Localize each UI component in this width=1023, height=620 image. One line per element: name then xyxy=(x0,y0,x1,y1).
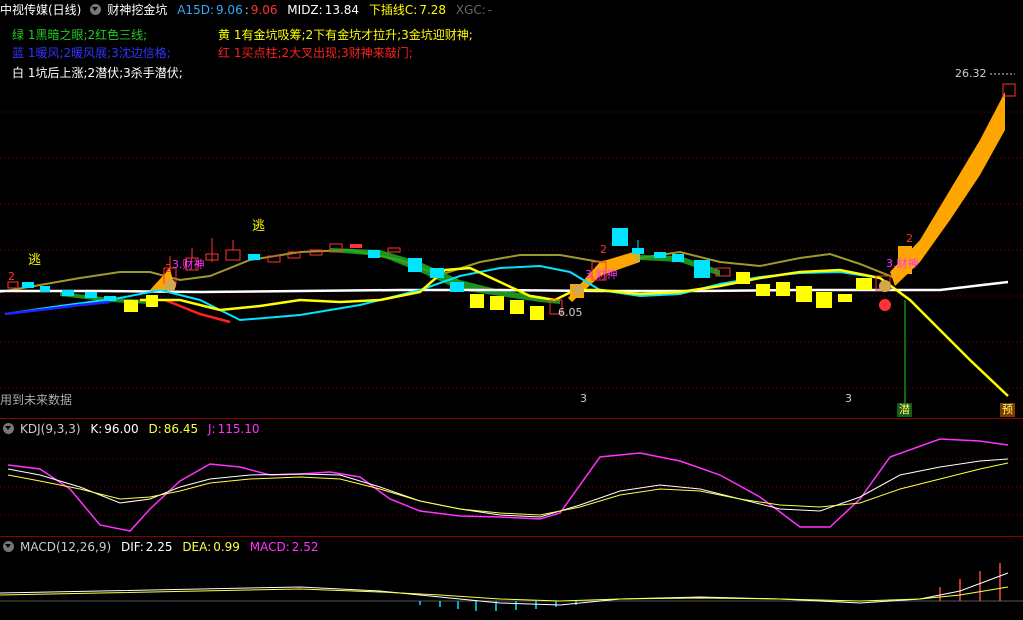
macd-macd-label: MACD: xyxy=(249,540,290,554)
legend-red: 红 1买点柱;2大叉出现;3财神来敲门; xyxy=(218,46,413,60)
legend-green: 绿 1黑暗之眼;2红色三线; xyxy=(12,28,148,42)
midz-value: 13.84 xyxy=(324,3,360,17)
main-grid xyxy=(0,111,1023,389)
kdj-dropdown-icon[interactable] xyxy=(3,423,14,434)
legend-white: 白 1坑后上涨;2潜伏;3杀手潜伏; xyxy=(12,66,183,80)
kdj-d-value: 86.45 xyxy=(163,422,199,436)
wave-label-1: 3 xyxy=(580,392,587,405)
xgc-label: XGC: xyxy=(455,3,486,17)
stock-title[interactable]: 中视传媒(日线) xyxy=(0,3,81,17)
god-label-2: 3.财神 xyxy=(585,268,618,281)
macd-dif-line xyxy=(0,572,1009,606)
macd-dea-value: 0.99 xyxy=(213,540,240,554)
tag-qian: 潜 xyxy=(897,403,912,417)
kdj-d-label: D: xyxy=(148,422,162,436)
macd-macd-value: 2.52 xyxy=(291,540,319,554)
macd-dea-label: DEA: xyxy=(182,540,212,554)
legend-blue: 蓝 1暖风;2暖风展;3沈边信格; xyxy=(12,46,171,60)
main-chart-panel[interactable]: 中视传媒(日线) 财神挖金坑 A15D: 9.06:9.06 MIDZ: 13.84 … xyxy=(0,0,1023,418)
escape-label-1: 逃 xyxy=(28,253,42,268)
num-2-a: 2 xyxy=(8,270,15,283)
main-chart-svg xyxy=(0,73,1023,405)
kdj-title[interactable]: KDJ(9,3,3) xyxy=(20,422,81,436)
kdj-header: KDJ(9,3,3) K: 96.00 D: 86.45 J: 115.10 xyxy=(0,419,266,439)
num-2-b: 2 xyxy=(165,262,172,275)
price-low-label: 6.05 xyxy=(558,306,583,319)
a15d-label: A15D: xyxy=(177,3,214,17)
a15d-value-2: 9.06 xyxy=(250,3,278,17)
wave-label-2: 3 xyxy=(845,392,852,405)
main-header: 中视传媒(日线) 财神挖金坑 A15D: 9.06:9.06 MIDZ: 13.84 … xyxy=(0,3,493,17)
kdj-panel[interactable]: KDJ(9,3,3) K: 96.00 D: 86.45 J: 115.10 xyxy=(0,418,1023,537)
indicator-name[interactable]: 财神挖金坑 xyxy=(107,3,167,17)
escape-label-2: 逃 xyxy=(252,219,266,234)
kdj-j-line xyxy=(7,438,1009,532)
kdj-j-label: J: xyxy=(207,422,216,436)
macd-dif-label: DIF: xyxy=(120,540,144,554)
macd-histogram xyxy=(419,563,1001,611)
kdj-j-value: 115.10 xyxy=(217,422,260,436)
macd-header: MACD(12,26,9) DIF: 2.25 DEA: 0.99 MACD: 2.5… xyxy=(0,537,324,557)
kdj-k-line xyxy=(7,458,1009,518)
macd-title[interactable]: MACD(12,26,9) xyxy=(20,540,111,554)
price-high-label: 26.32 xyxy=(955,67,987,80)
tag-yu: 预 xyxy=(1000,403,1015,417)
macd-dif-value: 2.25 xyxy=(145,540,173,554)
a15d-value-1: 9.06 xyxy=(215,3,243,17)
kdj-k-label: K: xyxy=(90,422,103,436)
god-label-1: 3.财神 xyxy=(172,258,205,271)
future-data-note: 用到未来数据 xyxy=(0,393,73,407)
indicator-dropdown-icon[interactable] xyxy=(90,4,102,15)
xgc-value: - xyxy=(487,3,493,17)
macd-panel[interactable]: MACD(12,26,9) DIF: 2.25 DEA: 0.99 MACD: 2.5… xyxy=(0,536,1023,620)
macd-dropdown-icon[interactable] xyxy=(3,541,14,552)
god-label-3: 3.财神 xyxy=(886,257,919,270)
midz-label: MIDZ: xyxy=(287,3,323,17)
legend-yellow: 黄 1有金坑吸筹;2下有金坑才拉升;3金坑迎财神; xyxy=(218,28,473,42)
num-2-c: 2 xyxy=(600,243,607,256)
kdj-d-line xyxy=(7,462,1009,516)
macd-dea-line xyxy=(0,586,1009,602)
kdj-k-value: 96.00 xyxy=(104,422,139,436)
xiachaxian-value: 7.28 xyxy=(419,3,447,17)
blue-ma-line xyxy=(4,300,111,316)
red-buy-dot-icon xyxy=(879,299,891,311)
num-2-d: 2 xyxy=(906,232,913,245)
xiachaxian-label: 下插线C: xyxy=(368,3,418,17)
